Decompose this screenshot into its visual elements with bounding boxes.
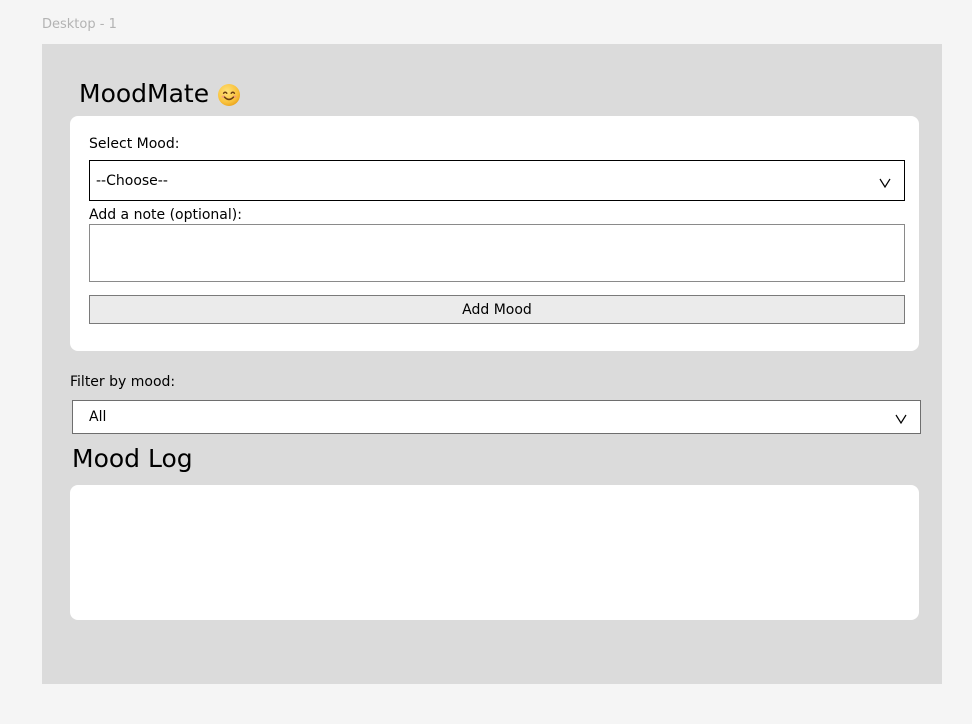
mood-select[interactable]: --Choose-- [89,160,905,201]
filter-mood-select[interactable]: All [72,400,921,434]
note-textarea[interactable] [89,224,905,282]
select-mood-label: Select Mood: [89,136,180,152]
frame-label: Desktop - 1 [42,17,117,32]
mood-log-list [70,485,919,620]
app-frame: MoodMate Select Mood: --Choose-- Add a n… [42,44,942,684]
note-label: Add a note (optional): [89,207,242,223]
add-mood-form-card: Select Mood: --Choose-- Add a note (opti… [70,116,919,351]
mood-select-value: --Choose-- [96,172,168,189]
app-title-row: MoodMate [79,78,241,110]
smiling-face-emoji-icon [217,83,241,107]
app-title: MoodMate [79,79,210,108]
filter-select-value: All [89,409,107,425]
filter-label: Filter by mood: [70,374,176,390]
mood-log-title: Mood Log [72,444,193,473]
chevron-down-icon [879,176,891,188]
add-mood-button[interactable]: Add Mood [89,295,905,324]
chevron-down-icon [895,412,907,425]
